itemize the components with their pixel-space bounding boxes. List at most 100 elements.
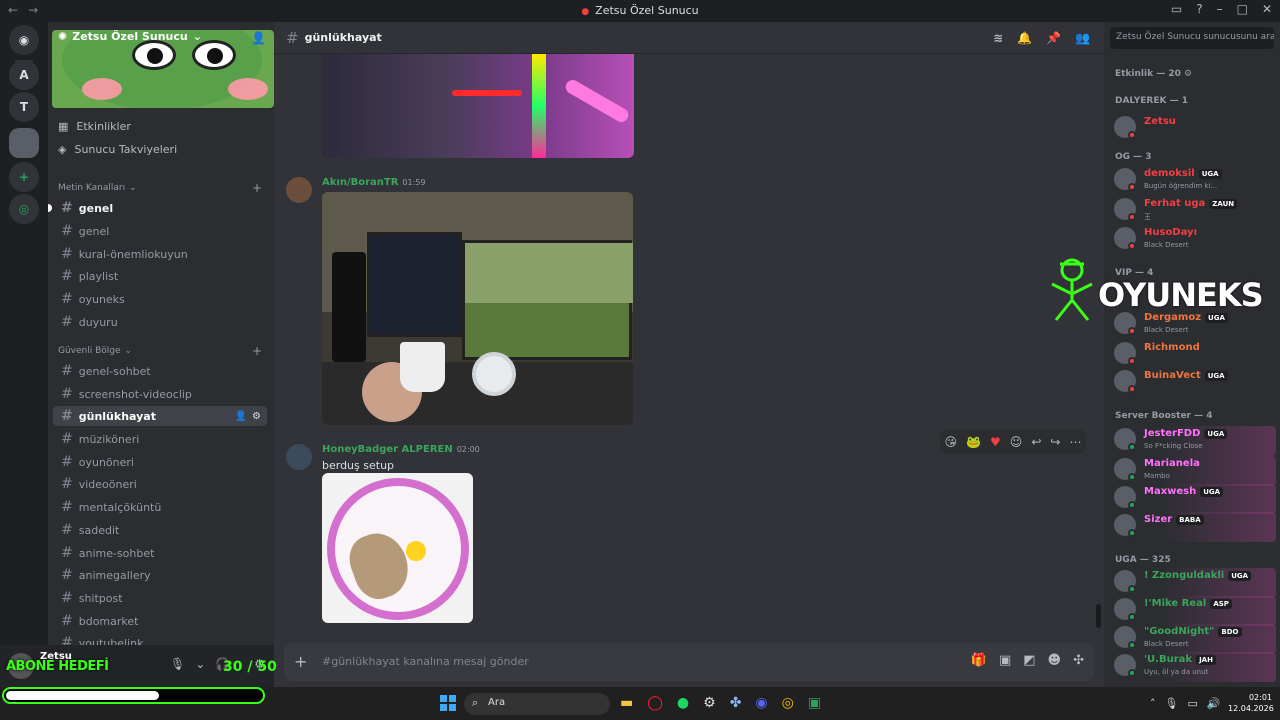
member-row[interactable]: ! Zzonguldakli UGA <box>1112 568 1276 598</box>
spotify-icon[interactable]: ● <box>677 695 689 711</box>
attachment-image-car[interactable] <box>322 54 634 158</box>
message-author[interactable]: HoneyBadger ALPEREN 02:00 <box>322 444 480 455</box>
server-a[interactable]: A <box>9 60 39 90</box>
avatar[interactable] <box>286 177 312 203</box>
app-icon[interactable]: ✤ <box>730 695 742 711</box>
channel-kural[interactable]: # kural-önemliokuyun <box>53 244 267 264</box>
channel-youtubelink[interactable]: # youtubelink <box>53 633 267 645</box>
member-row[interactable]: BuinaVect UGA <box>1112 368 1276 398</box>
events-link[interactable]: ▦ Etkinlikler <box>58 120 131 133</box>
member-row[interactable]: HusoDayı Black Desert <box>1112 225 1276 255</box>
settings-gear-icon[interactable]: ⚙ <box>252 411 261 422</box>
channel-playlist[interactable]: # playlist <box>53 266 267 286</box>
channel-screenshot[interactable]: # screenshot-videoclip <box>53 384 267 404</box>
channel-genel-sohbet[interactable]: # genel-sohbet <box>53 361 267 381</box>
microphone-icon[interactable]: 🎙 <box>1165 697 1179 710</box>
add-channel-icon[interactable]: + <box>252 344 262 358</box>
pin-icon[interactable]: 📌 <box>1046 31 1061 45</box>
member-row[interactable]: demoksil UGA Bugün öğrendim ki... <box>1112 166 1276 196</box>
gif-icon[interactable]: ▣ <box>999 653 1011 668</box>
server-t[interactable]: T <box>9 92 39 122</box>
message-composer[interactable]: + #günlükhayat kanalına mesaj gönder 🎁 ▣… <box>284 643 1094 681</box>
bell-icon[interactable]: 🔔 <box>1017 31 1032 45</box>
apps-icon[interactable]: ✣ <box>1073 653 1084 668</box>
maximize-icon[interactable]: □ <box>1237 2 1248 16</box>
channel-gunlukhayat[interactable]: # günlükhayat 👤 ⚙ <box>53 406 267 426</box>
scrollbar[interactable] <box>1096 604 1101 628</box>
message-author[interactable]: Akın/BoranTR 01:59 <box>322 177 425 188</box>
clock[interactable]: 02:01 12.04.2026 <box>1228 692 1274 714</box>
channel-anime-sohbet[interactable]: # anime-sohbet <box>53 543 267 563</box>
channel-animegallery[interactable]: # animegallery <box>53 565 267 585</box>
chrome-icon[interactable]: ◎ <box>782 695 794 711</box>
help-icon[interactable]: ? <box>1196 2 1202 16</box>
avatar[interactable] <box>286 444 312 470</box>
reaction-emoji-icon[interactable]: 😘 <box>945 435 958 449</box>
search-input[interactable]: Zetsu Özel Sunucu sunucusunu ara ⌕ <box>1110 27 1274 49</box>
sticker-icon[interactable]: ◩ <box>1023 653 1035 668</box>
members-icon[interactable]: 👥 <box>1075 31 1090 45</box>
channel-sadedit[interactable]: # sadedit <box>53 520 267 540</box>
member-row[interactable]: Richmond <box>1112 340 1276 370</box>
member-row[interactable]: 'U.Burak JAH Uyu, öl ya da unut <box>1112 652 1276 682</box>
discord-icon[interactable]: ◉ <box>755 695 767 711</box>
server-zetsu[interactable] <box>9 128 39 158</box>
invite-icon[interactable]: 👤 <box>235 411 247 422</box>
member-row[interactable]: !'Mike Real ASP <box>1112 596 1276 626</box>
attachment-image-hamster[interactable] <box>322 473 473 623</box>
forward-icon[interactable]: ↪ <box>1050 435 1060 449</box>
threads-icon[interactable]: ≋ <box>993 31 1003 45</box>
windows-start-icon[interactable] <box>440 695 456 711</box>
member-row[interactable]: Ferhat uga ZAUN 王 <box>1112 196 1276 226</box>
more-icon[interactable]: ⋯ <box>1069 435 1081 449</box>
inbox-icon[interactable]: ▭ <box>1171 2 1182 16</box>
member-row[interactable]: "GoodNight" BDO Black Desert <box>1112 624 1276 654</box>
member-row[interactable]: JesterFDD UGA So F*cking Close <box>1112 426 1276 456</box>
gift-icon[interactable]: 🎁 <box>971 653 987 668</box>
member-row[interactable]: Marianela Mambo <box>1112 456 1276 486</box>
reply-icon[interactable]: ↩ <box>1031 435 1041 449</box>
channel-duyuru[interactable]: # duyuru <box>53 312 267 332</box>
minimize-icon[interactable]: – <box>1217 2 1223 16</box>
opera-icon[interactable]: ◯ <box>647 695 663 711</box>
invite-people-icon[interactable]: 👤 <box>251 31 266 45</box>
member-row[interactable]: Zetsu <box>1112 114 1276 144</box>
category-safe-zone[interactable]: Güvenli Bölge ⌄ <box>58 346 132 356</box>
app-icon[interactable]: ▣ <box>808 695 821 711</box>
reaction-emoji-icon[interactable]: 🐸 <box>966 435 981 449</box>
channel-mental[interactable]: # mentalçöküntü <box>53 497 267 517</box>
volume-icon[interactable]: 🔊 <box>1207 697 1221 710</box>
channel-oyun[interactable]: # oyunöneri <box>53 452 267 472</box>
add-server-icon[interactable]: + <box>9 162 39 192</box>
server-name[interactable]: ✺ Zetsu Özel Sunucu ⌄ <box>58 30 202 43</box>
chevron-up-icon[interactable]: ˄ <box>1150 697 1156 710</box>
message-input[interactable]: #günlükhayat kanalına mesaj gönder <box>322 655 529 668</box>
channel-video[interactable]: # videoöneri <box>53 474 267 494</box>
category-text-channels[interactable]: Metin Kanalları ⌄ <box>58 183 137 193</box>
server-boosts-link[interactable]: ◈ Sunucu Takviyeleri <box>58 143 177 156</box>
chevron-down-icon[interactable]: ⌄ <box>195 657 205 671</box>
display-icon[interactable]: ▭ <box>1187 697 1197 710</box>
server-header[interactable]: ✺ Zetsu Özel Sunucu ⌄ 👤 <box>48 22 274 108</box>
channel-shitpost[interactable]: # shitpost <box>53 588 267 608</box>
channel-genel[interactable]: # genel <box>53 198 267 218</box>
file-explorer-icon[interactable]: ▬ <box>620 695 633 711</box>
steam-icon[interactable]: ⚙ <box>703 695 716 711</box>
member-row[interactable]: Sizer BABA <box>1112 512 1276 542</box>
close-icon[interactable]: ✕ <box>1262 2 1272 16</box>
explore-icon[interactable]: ◎ <box>9 194 39 224</box>
taskbar-search[interactable]: ⌕ Ara <box>464 693 610 715</box>
channel-muzik[interactable]: # müzikönerі <box>53 429 267 449</box>
emoji-icon[interactable]: ☻ <box>1048 653 1062 668</box>
channel-bdomarket[interactable]: # bdomarket <box>53 611 267 631</box>
discord-home-icon[interactable]: ◉ <box>9 25 39 55</box>
channel-genel-2[interactable]: # genel <box>53 221 267 241</box>
reaction-heart-icon[interactable]: ♥ <box>990 435 1001 449</box>
add-reaction-icon[interactable]: ☺ <box>1010 435 1023 449</box>
channel-oyuneks[interactable]: # oyuneks <box>53 289 267 309</box>
add-channel-icon[interactable]: + <box>252 181 262 195</box>
attachment-image-desk[interactable] <box>322 192 633 425</box>
microphone-icon[interactable]: 🎙 <box>170 657 185 671</box>
member-row[interactable]: Maxwesh UGA <box>1112 484 1276 514</box>
attach-plus-icon[interactable]: + <box>294 652 307 671</box>
